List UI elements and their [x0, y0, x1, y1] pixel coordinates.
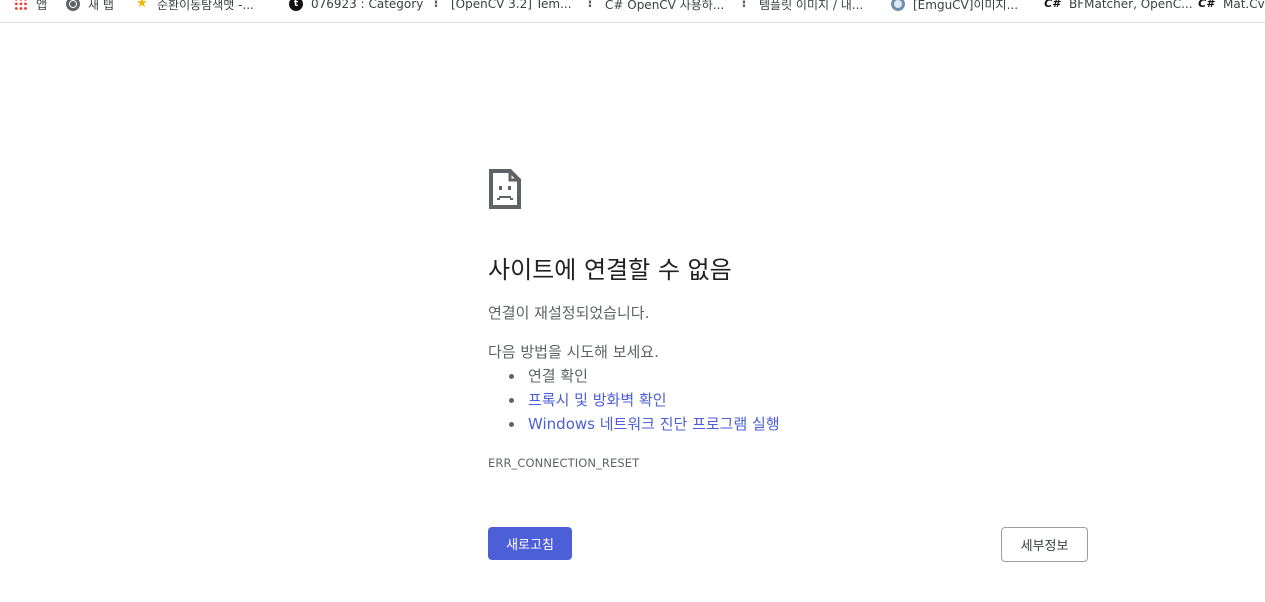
bookmark-label: 앱 — [36, 0, 48, 12]
suggestion-check-proxy-firewall: 프록시 및 방화벽 확인 — [509, 388, 780, 412]
error-title: 사이트에 연결할 수 없음 — [488, 256, 732, 284]
dots-icon: ⁝ — [587, 0, 593, 11]
star-icon: ★ — [136, 0, 148, 11]
bookmark-item[interactable]: [EmguCV]이미지... — [891, 0, 1018, 14]
bookmark-label: 순환이동탐색맷 -... — [157, 0, 254, 12]
bookmark-label: BFMatcher, OpenC... — [1069, 0, 1193, 11]
bookmark-new-tab[interactable]: 새 탭 — [66, 0, 114, 14]
apps-grid-icon — [14, 0, 28, 11]
reload-button[interactable]: 새로고침 — [488, 527, 572, 560]
error-code: ERR_CONNECTION_RESET — [488, 456, 640, 470]
bookmark-item[interactable]: ★ 순환이동탐색맷 -... — [135, 0, 254, 14]
suggestions-list: 연결 확인 프록시 및 방화벽 확인 Windows 네트워크 진단 프로그램 … — [488, 364, 780, 436]
suggestions-intro: 다음 방법을 시도해 보세요. — [488, 343, 659, 361]
bullet-icon — [509, 398, 514, 403]
sad-page-icon — [489, 169, 521, 209]
suggestion-check-connection: 연결 확인 — [509, 364, 780, 388]
bookmark-label: 새 탭 — [88, 0, 114, 12]
error-subtitle: 연결이 재설정되었습니다. — [488, 304, 650, 322]
csharp-icon: C# — [1198, 0, 1214, 10]
tistory-icon: t — [289, 0, 303, 11]
bookmarks-bar: 앱 새 탭 ★ 순환이동탐색맷 -... t 076923 : Category… — [0, 0, 1265, 23]
dots-icon: ⁝ — [741, 0, 747, 11]
bookmark-item[interactable]: t 076923 : Category — [289, 0, 423, 14]
csharp-icon: C# — [1044, 0, 1060, 10]
proxy-firewall-link[interactable]: 프록시 및 방화벽 확인 — [528, 391, 667, 409]
bookmark-label: [OpenCV 3.2] Tem... — [451, 0, 572, 11]
bookmark-label: C# OpenCV 사용하... — [605, 0, 725, 12]
bookmark-label: 템플릿 이미지 / 내... — [759, 0, 864, 12]
suggestion-text: 연결 확인 — [528, 367, 588, 385]
bullet-icon — [509, 422, 514, 427]
bookmark-apps[interactable]: 앱 — [14, 0, 47, 14]
bookmark-item[interactable]: ⁝ C# OpenCV 사용하... — [583, 0, 725, 14]
bookmark-label: 076923 : Category — [311, 0, 424, 11]
bullet-icon — [509, 374, 514, 379]
suggestion-network-diagnostics: Windows 네트워크 진단 프로그램 실행 — [509, 412, 780, 436]
bookmark-item[interactable]: ⁝ 템플릿 이미지 / 내... — [737, 0, 864, 14]
bookmark-label: [EmguCV]이미지... — [913, 0, 1019, 12]
details-button[interactable]: 세부정보 — [1001, 527, 1088, 562]
bookmark-label: Mat.Cvte — [1223, 0, 1265, 11]
globe-icon — [66, 0, 80, 11]
bookmark-item[interactable]: C# BFMatcher, OpenC... — [1043, 0, 1193, 14]
network-diagnostics-link[interactable]: Windows 네트워크 진단 프로그램 실행 — [528, 415, 780, 433]
bookmark-item[interactable]: ⁝ [OpenCV 3.2] Tem... — [429, 0, 572, 14]
emgucv-icon — [891, 0, 905, 11]
dots-icon: ⁝ — [433, 0, 439, 11]
bookmark-item[interactable]: C# Mat.Cvte — [1197, 0, 1265, 14]
